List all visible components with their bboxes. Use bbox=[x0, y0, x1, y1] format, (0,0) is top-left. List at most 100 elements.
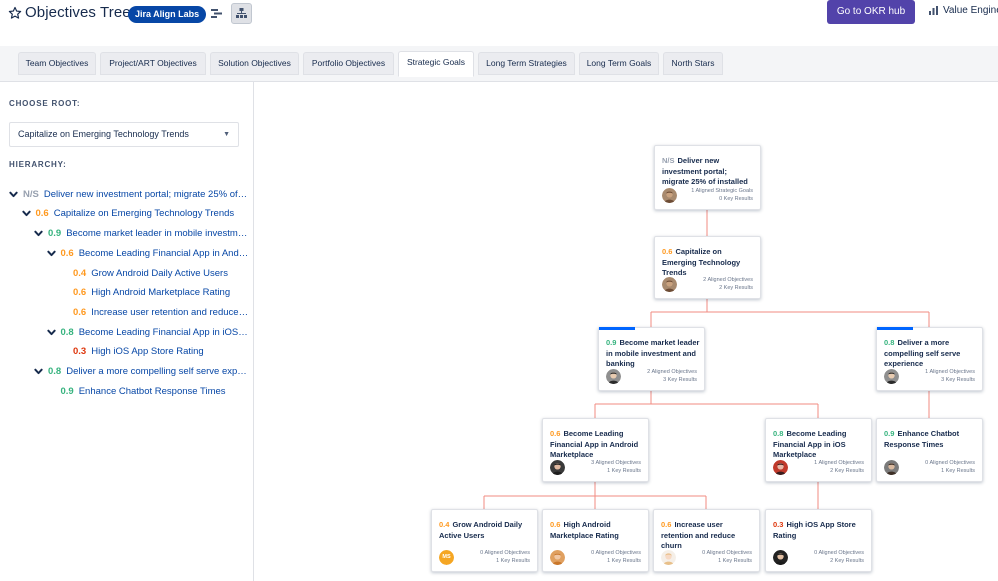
card-title-text: High iOS App Store Rating bbox=[773, 520, 856, 540]
avatar bbox=[884, 369, 899, 384]
progress-stripe bbox=[877, 327, 913, 330]
card-title: 0.8 Become Leading Financial App in iOS M… bbox=[773, 429, 867, 461]
tree-item[interactable]: 0.6 Increase user retention and reduce ch… bbox=[59, 305, 249, 319]
aligned-count: 2 Aligned Objectives bbox=[703, 277, 753, 283]
score: 0.6 bbox=[35, 207, 49, 219]
objective-card[interactable]: 0.6 High Android Marketplace Rating 0 Alig… bbox=[542, 509, 649, 572]
key-results-count: 1 Key Results bbox=[496, 558, 530, 564]
tab-solution-objectives[interactable]: Solution Objectives bbox=[210, 52, 299, 75]
tree-item[interactable]: 0.8 Become Leading Financial App in iOS M… bbox=[46, 325, 249, 339]
chevron-down-icon[interactable] bbox=[21, 209, 31, 218]
aligned-count: 3 Aligned Objectives bbox=[591, 460, 641, 466]
tab-strategic-goals[interactable]: Strategic Goals bbox=[398, 51, 474, 77]
card-score: 0.4 bbox=[439, 520, 450, 529]
tree-item-label: Become Leading Financial App in Android … bbox=[78, 247, 249, 259]
objective-card[interactable]: N/S Deliver new investment portal; migrat… bbox=[654, 145, 761, 210]
card-title-text: Increase user retention and reduce churn bbox=[661, 520, 736, 550]
tree-item-label: High iOS App Store Rating bbox=[91, 345, 204, 357]
card-title: 0.6 Capitalize on Emerging Technology Tre… bbox=[662, 247, 756, 279]
key-results-count: 2 Key Results bbox=[830, 558, 864, 564]
avatar bbox=[550, 550, 565, 565]
chevron-down-icon[interactable] bbox=[34, 229, 43, 238]
score: 0.8 bbox=[48, 365, 62, 377]
value-engineering-link[interactable]: Value Engineering bbox=[928, 5, 998, 16]
objective-card[interactable]: 0.8 Become Leading Financial App in iOS M… bbox=[765, 418, 872, 482]
objective-card[interactable]: 0.3 High iOS App Store Rating 0 Aligned Ob… bbox=[765, 509, 872, 572]
aligned-count: 1 Aligned Objectives bbox=[814, 460, 864, 466]
vertical-view-button[interactable] bbox=[231, 3, 252, 24]
objective-card[interactable]: 0.9 Enhance Chatbot Response Times 0 Align… bbox=[876, 418, 983, 482]
horizontal-view-button[interactable] bbox=[206, 3, 227, 24]
card-meta: 0 Aligned Objectives 1 Key Results bbox=[702, 549, 752, 565]
card-score: 0.8 bbox=[884, 338, 895, 347]
tree-item[interactable]: 0.6 High Android Marketplace Rating bbox=[59, 285, 249, 299]
objective-card[interactable]: 0.9 Become market leader in mobile invest… bbox=[598, 327, 705, 391]
tab-long-term-goals[interactable]: Long Term Goals bbox=[579, 52, 659, 75]
key-results-count: 1 Key Results bbox=[941, 468, 975, 474]
chevron-down-icon[interactable] bbox=[46, 328, 56, 337]
tree-item[interactable]: N/S Deliver new investment portal; migrat… bbox=[9, 187, 249, 201]
card-meta: 2 Aligned Objectives 3 Key Results bbox=[647, 368, 697, 384]
key-results-count: 3 Key Results bbox=[663, 377, 697, 383]
spacer bbox=[47, 387, 56, 396]
card-meta: 1 Aligned Objectives 3 Key Results bbox=[925, 368, 975, 384]
tree-item[interactable]: 0.8 Deliver a more compelling self serve … bbox=[34, 364, 249, 378]
card-score: 0.6 bbox=[662, 247, 673, 256]
tree-item[interactable]: 0.4 Grow Android Daily Active Users bbox=[59, 266, 249, 280]
aligned-count: 2 Aligned Objectives bbox=[647, 369, 697, 375]
score: 0.6 bbox=[73, 306, 87, 318]
objective-card[interactable]: 0.8 Deliver a more compelling self serve … bbox=[876, 327, 983, 391]
tree-item[interactable]: 0.9 Become market leader in mobile invest… bbox=[34, 226, 249, 240]
card-title-text: High Android Marketplace Rating bbox=[550, 520, 619, 540]
avatar bbox=[884, 460, 899, 475]
avatar bbox=[662, 277, 677, 292]
aligned-count: 0 Aligned Objectives bbox=[814, 550, 864, 556]
chevron-down-icon[interactable] bbox=[46, 249, 56, 258]
aligned-count: 0 Aligned Objectives bbox=[480, 550, 530, 556]
key-results-count: 1 Key Results bbox=[718, 558, 752, 564]
root-select[interactable]: Capitalize on Emerging Technology Trends… bbox=[9, 122, 239, 147]
tree-item[interactable]: 0.6 Capitalize on Emerging Technology Tre… bbox=[21, 206, 250, 220]
objective-card[interactable]: 0.4 Grow Android Daily Active Users MS 0 Al… bbox=[431, 509, 538, 572]
choose-root-heading: CHOOSE ROOT: bbox=[9, 99, 81, 108]
tab-team-objectives[interactable]: Team Objectives bbox=[18, 52, 96, 75]
card-meta: 1 Aligned Strategic Goals 0 Key Results bbox=[691, 187, 753, 203]
card-title: 0.8 Deliver a more compelling self serve … bbox=[884, 338, 978, 370]
aligned-count: 0 Aligned Objectives bbox=[591, 550, 641, 556]
key-results-count: 0 Key Results bbox=[719, 196, 753, 202]
aligned-count: 0 Aligned Objectives bbox=[702, 550, 752, 556]
tree-item[interactable]: 0.6 Become Leading Financial App in Andro… bbox=[46, 246, 249, 260]
star-icon[interactable] bbox=[8, 6, 22, 20]
objective-card[interactable]: 0.6 Capitalize on Emerging Technology Tre… bbox=[654, 236, 761, 299]
objective-tabs: Team Objectives Project/ART Objectives S… bbox=[0, 46, 998, 82]
score: 0.6 bbox=[73, 286, 87, 298]
aligned-count: 1 Aligned Strategic Goals bbox=[691, 188, 753, 194]
go-to-okr-hub-button[interactable]: Go to OKR hub bbox=[827, 0, 915, 24]
card-title: 0.4 Grow Android Daily Active Users bbox=[439, 520, 533, 541]
objective-card[interactable]: 0.6 Become Leading Financial App in Andro… bbox=[542, 418, 649, 482]
tab-long-term-strategies[interactable]: Long Term Strategies bbox=[478, 52, 575, 75]
score: N/S bbox=[23, 188, 39, 200]
card-score: 0.8 bbox=[773, 429, 784, 438]
spacer bbox=[59, 269, 68, 278]
card-title-text: Enhance Chatbot Response Times bbox=[884, 429, 960, 449]
tab-north-stars[interactable]: North Stars bbox=[663, 52, 723, 75]
tree-item-label: Increase user retention and reduce churn bbox=[91, 306, 249, 318]
tab-portfolio-objectives[interactable]: Portfolio Objectives bbox=[303, 52, 394, 75]
avatar-initials: MS bbox=[442, 554, 451, 560]
tab-project-art-objectives[interactable]: Project/ART Objectives bbox=[100, 52, 206, 75]
card-score: 0.9 bbox=[606, 338, 617, 347]
tree-canvas[interactable]: N/S Deliver new investment portal; migrat… bbox=[255, 82, 998, 581]
avatar bbox=[606, 369, 621, 384]
hierarchy-sidebar: CHOOSE ROOT: Capitalize on Emerging Tech… bbox=[0, 82, 254, 581]
tree-item[interactable]: 0.9 Enhance Chatbot Response Times bbox=[47, 384, 250, 398]
tree-item[interactable]: 0.3 High iOS App Store Rating bbox=[59, 344, 249, 358]
chevron-down-icon[interactable] bbox=[34, 367, 43, 376]
hierarchy-heading: HIERARCHY: bbox=[9, 160, 67, 169]
avatar: MS bbox=[439, 550, 454, 565]
avatar bbox=[662, 188, 677, 203]
card-score: 0.9 bbox=[884, 429, 895, 438]
objective-card[interactable]: 0.6 Increase user retention and reduce ch… bbox=[653, 509, 760, 572]
dropdown-caret-icon: ▼ bbox=[223, 131, 230, 138]
chevron-down-icon[interactable] bbox=[9, 190, 18, 199]
